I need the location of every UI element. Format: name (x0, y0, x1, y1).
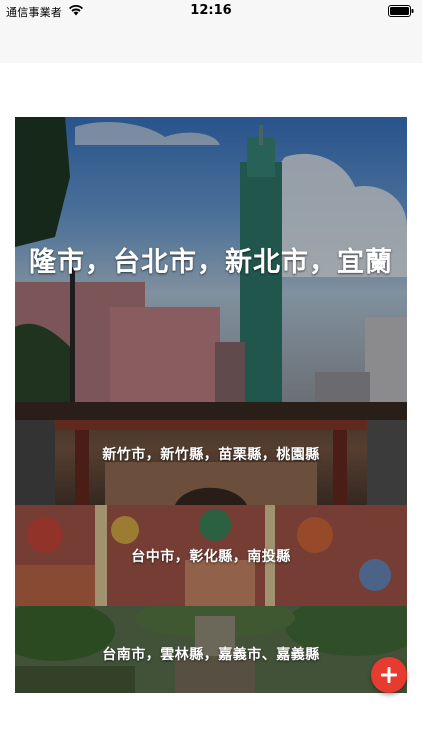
region-label: 新竹市，新竹縣，苗栗縣，桃園縣 (102, 446, 320, 463)
region-card-hsinchu[interactable]: 新竹市，新竹縣，苗栗縣，桃園縣 (15, 402, 407, 505)
region-card-stack[interactable]: 隆市，台北市，新北市，宜蘭 新竹市，新竹縣，苗栗縣，桃園縣 台中市，彰化縣，南投… (15, 117, 407, 693)
region-label: 台南市，雲林縣，嘉義市、嘉義縣 (102, 646, 320, 663)
navigation-bar (0, 22, 422, 63)
region-card-north[interactable]: 隆市，台北市，新北市，宜蘭 (15, 117, 407, 402)
status-time: 12:16 (190, 3, 232, 18)
status-bar: 通信事業者 12:16 (0, 0, 422, 22)
plus-icon (381, 667, 397, 683)
battery-icon (388, 5, 414, 17)
region-label: 隆市，台北市，新北市，宜蘭 (29, 247, 393, 278)
region-card-taichung[interactable]: 台中市，彰化縣，南投縣 (15, 505, 407, 606)
add-button[interactable] (371, 657, 407, 693)
region-label: 台中市，彰化縣，南投縣 (131, 548, 291, 565)
region-card-tainan[interactable]: 台南市，雲林縣，嘉義市、嘉義縣 (15, 606, 407, 693)
